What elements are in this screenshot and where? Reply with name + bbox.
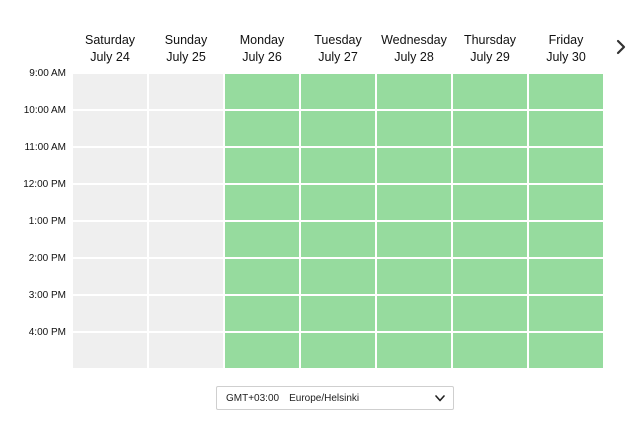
- time-slot-cell[interactable]: [301, 111, 375, 146]
- time-slot-cell[interactable]: [529, 74, 603, 109]
- time-slot-cell[interactable]: [149, 111, 223, 146]
- time-label: 3:00 PM: [28, 290, 66, 301]
- time-slot-cell[interactable]: [225, 296, 299, 331]
- time-slot-cell[interactable]: [377, 111, 451, 146]
- time-slot-cell[interactable]: [73, 296, 147, 331]
- weekday-label: Saturday: [84, 33, 136, 47]
- time-slot-cell[interactable]: [529, 259, 603, 294]
- date-label: July 24: [90, 50, 130, 64]
- time-slot-cell[interactable]: [225, 111, 299, 146]
- time-slot-cell[interactable]: [529, 185, 603, 220]
- time-slot-cell[interactable]: [225, 185, 299, 220]
- weekday-label: Tuesday: [314, 33, 362, 47]
- time-slot-cell[interactable]: [149, 296, 223, 331]
- time-slot-cell[interactable]: [377, 74, 451, 109]
- time-slot-cell[interactable]: [529, 111, 603, 146]
- date-label: July 27: [318, 50, 358, 64]
- date-label: July 26: [242, 50, 282, 64]
- time-slot-cell[interactable]: [149, 74, 223, 109]
- day-header-tuesday: Tuesday July 27: [300, 32, 376, 66]
- time-slot-cell[interactable]: [301, 148, 375, 183]
- time-slot-cell[interactable]: [225, 333, 299, 368]
- time-slot-cell[interactable]: [377, 222, 451, 257]
- date-label: July 29: [470, 50, 510, 64]
- time-label: 2:00 PM: [28, 253, 66, 264]
- time-slot-cell[interactable]: [73, 185, 147, 220]
- time-slot-cell[interactable]: [301, 222, 375, 257]
- day-header-sunday: Sunday July 25: [148, 32, 224, 66]
- time-slot-cell[interactable]: [529, 333, 603, 368]
- time-slot-cell[interactable]: [377, 333, 451, 368]
- weekday-label: Wednesday: [381, 33, 447, 47]
- weekday-label: Thursday: [463, 33, 517, 47]
- time-slot-cell[interactable]: [453, 185, 527, 220]
- time-slot-cell[interactable]: [453, 296, 527, 331]
- time-slot-cell[interactable]: [453, 74, 527, 109]
- time-label: 10:00 AM: [23, 105, 66, 116]
- time-slot-cell[interactable]: [377, 259, 451, 294]
- time-label: 12:00 PM: [23, 179, 66, 190]
- time-slot-cell[interactable]: [225, 222, 299, 257]
- time-slot-cell[interactable]: [453, 111, 527, 146]
- day-header-wednesday: Wednesday July 28: [376, 32, 452, 66]
- time-slot-cell[interactable]: [73, 148, 147, 183]
- time-slot-cell[interactable]: [73, 74, 147, 109]
- time-slot-cell[interactable]: [149, 148, 223, 183]
- time-slot-cell[interactable]: [529, 296, 603, 331]
- time-slot-cell[interactable]: [301, 259, 375, 294]
- time-slot-cell[interactable]: [149, 185, 223, 220]
- time-slot-cell[interactable]: [149, 333, 223, 368]
- time-slot-cell[interactable]: [225, 74, 299, 109]
- time-label: 4:00 PM: [28, 327, 66, 338]
- date-label: July 28: [394, 50, 434, 64]
- time-slot-cell[interactable]: [377, 148, 451, 183]
- weekday-label: Sunday: [164, 33, 208, 47]
- time-slot-cell[interactable]: [301, 333, 375, 368]
- time-slot-cell[interactable]: [529, 148, 603, 183]
- time-slot-cell[interactable]: [453, 333, 527, 368]
- day-header-thursday: Thursday July 29: [452, 32, 528, 66]
- day-header-monday: Monday July 26: [224, 32, 300, 66]
- day-header-saturday: Saturday July 24: [72, 32, 148, 66]
- time-slot-cell[interactable]: [73, 111, 147, 146]
- time-slot-cell[interactable]: [377, 296, 451, 331]
- weekday-label: Monday: [239, 33, 285, 47]
- day-header-friday: Friday July 30: [528, 32, 604, 66]
- chevron-right-icon: [616, 39, 626, 55]
- time-slot-cell[interactable]: [453, 222, 527, 257]
- time-slot-cell[interactable]: [73, 333, 147, 368]
- time-label: 1:00 PM: [28, 216, 66, 227]
- time-slot-cell[interactable]: [301, 296, 375, 331]
- timezone-offset: GMT+03:00: [226, 392, 280, 404]
- time-label: 11:00 AM: [24, 142, 66, 153]
- timezone-name: Europe/Helsinki: [289, 392, 360, 404]
- time-slot-cell[interactable]: [149, 259, 223, 294]
- next-week-button[interactable]: [610, 36, 632, 58]
- time-slot-cell[interactable]: [301, 185, 375, 220]
- time-slot-cell[interactable]: [453, 259, 527, 294]
- time-slot-cell[interactable]: [149, 222, 223, 257]
- date-label: July 30: [546, 50, 586, 64]
- timezone-select[interactable]: GMT+03:00 Europe/Helsinki: [216, 386, 454, 410]
- time-slot-cell[interactable]: [301, 74, 375, 109]
- time-slot-cell[interactable]: [225, 148, 299, 183]
- time-slot-cell[interactable]: [377, 185, 451, 220]
- time-label: 9:00 AM: [29, 68, 66, 79]
- time-slot-cell[interactable]: [225, 259, 299, 294]
- date-label: July 25: [166, 50, 206, 64]
- time-slot-cell[interactable]: [529, 222, 603, 257]
- time-slot-cell[interactable]: [453, 148, 527, 183]
- chevron-down-icon: [435, 393, 445, 403]
- time-slot-cell[interactable]: [73, 259, 147, 294]
- weekday-label: Friday: [548, 33, 584, 47]
- time-slot-cell[interactable]: [73, 222, 147, 257]
